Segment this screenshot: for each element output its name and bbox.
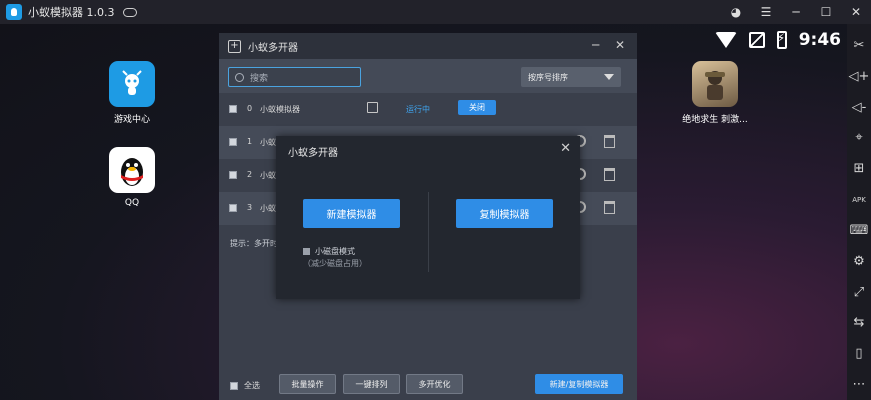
row-index: 3 [247, 203, 253, 212]
row-index: 1 [247, 137, 253, 146]
window-title-bar: + 小蚁多开器 ─ ✕ [219, 33, 637, 59]
copy-emulator-button[interactable]: 复制模拟器 [456, 199, 553, 228]
ant-logo-icon [109, 61, 155, 107]
side-toolbar: ✂ ◁+ ◁- ⌖ ⊞ APK ⌨ ⚙ ⤢ ⇆ ▯ ⋯ [847, 24, 871, 400]
new-emulator-button[interactable]: 新建模拟器 [303, 199, 400, 228]
close-instance-button[interactable]: 关闭 [458, 100, 496, 115]
instance-row: 0 小蚁模拟器 运行中 关闭 [219, 93, 637, 126]
select-all-label: 全选 [244, 381, 260, 390]
optimize-button[interactable]: 多开优化 [406, 374, 463, 394]
keyboard-icon[interactable]: ⌨ [847, 215, 871, 246]
edit-icon[interactable] [367, 102, 378, 113]
window-footer: 全选 批量操作 一键排列 多开优化 新建/复制模拟器 [219, 366, 637, 400]
app-label: 绝地求生 刺激... [682, 115, 748, 125]
small-disk-note: （减少磁盘占用） [303, 259, 367, 268]
volume-down-icon[interactable]: ◁- [847, 92, 871, 123]
multi-open-icon: + [228, 39, 241, 53]
title-bar: 小蚁模拟器 1.0.3 ◕ ☰ ─ ☐ ✕ [0, 0, 871, 24]
window-title: 小蚁多开器 [248, 42, 298, 54]
search-placeholder: 搜索 [250, 73, 269, 84]
row-index: 2 [247, 170, 253, 179]
shake-icon[interactable]: ▯ [847, 338, 871, 369]
small-disk-mode-option[interactable]: 小磁盘模式 （减少磁盘占用） [303, 246, 415, 270]
row-checkbox[interactable] [229, 138, 237, 146]
qq-penguin-icon [109, 147, 155, 193]
search-icon [235, 72, 244, 82]
minimize-icon[interactable]: ─ [781, 0, 811, 24]
status-time: 9:46 [798, 30, 841, 50]
trash-icon[interactable] [604, 168, 615, 181]
close-icon[interactable]: ✕ [615, 38, 625, 52]
search-input[interactable]: 搜索 [228, 67, 361, 87]
app-label: QQ [124, 198, 140, 208]
app-label: 游戏中心 [113, 115, 150, 125]
minimize-icon[interactable]: ─ [592, 38, 599, 52]
menu-icon[interactable]: ☰ [751, 0, 781, 24]
trash-icon[interactable] [604, 135, 615, 148]
trash-icon[interactable] [604, 201, 615, 214]
app-logo-icon [6, 4, 22, 20]
app-title: 小蚁模拟器 1.0.3 [28, 6, 115, 19]
row-name: 小蚁 [260, 138, 276, 147]
pubg-game-icon [692, 61, 738, 107]
row-name: 小蚁 [260, 171, 276, 180]
close-icon[interactable]: ✕ [841, 0, 871, 24]
wifi-icon [714, 32, 737, 48]
checkbox-box [230, 381, 238, 390]
more-icon[interactable]: ⋯ [847, 369, 871, 400]
small-disk-label: 小磁盘模式 [315, 247, 355, 256]
new-copy-emulator-button[interactable]: 新建/复制模拟器 [535, 374, 623, 394]
sync-icon[interactable]: ⇆ [847, 307, 871, 338]
row-name: 小蚁 [260, 204, 276, 213]
row-checkbox[interactable] [229, 204, 237, 212]
gamepad-icon[interactable] [122, 7, 137, 17]
battery-charging-icon [776, 31, 787, 49]
settings-icon[interactable]: ⚙ [847, 246, 871, 277]
app-qq[interactable]: QQ [92, 147, 172, 208]
window-controls: ◕ ☰ ─ ☐ ✕ [721, 0, 871, 24]
divider [428, 192, 429, 272]
close-icon[interactable]: ✕ [560, 141, 571, 156]
apk-icon[interactable]: APK [847, 184, 871, 215]
new-emulator-dialog: 小蚁多开器 ✕ 新建模拟器 复制模拟器 小磁盘模式 （减少磁盘占用） [276, 136, 580, 299]
location-icon[interactable]: ⌖ [847, 122, 871, 153]
chevron-down-icon [604, 74, 614, 80]
pacman-icon[interactable]: ◕ [721, 0, 751, 24]
dialog-title: 小蚁多开器 [288, 148, 338, 159]
sort-label: 按序号排序 [528, 72, 568, 82]
small-disk-checkbox[interactable] [303, 248, 310, 255]
fullscreen-icon[interactable]: ⤢ [847, 277, 871, 308]
maximize-icon[interactable]: ☐ [811, 0, 841, 24]
batch-operation-button[interactable]: 批量操作 [279, 374, 336, 394]
sort-dropdown[interactable]: 按序号排序 [521, 67, 621, 87]
row-index: 0 [247, 104, 253, 113]
select-all-checkbox[interactable]: 全选 [230, 380, 260, 391]
hint-text: 提示：多开时 [230, 239, 278, 248]
row-checkbox[interactable] [229, 105, 237, 113]
app-pubg[interactable]: 绝地求生 刺激... [675, 61, 755, 125]
row-name: 小蚁模拟器 [260, 105, 300, 114]
add-icon[interactable]: ⊞ [847, 153, 871, 184]
row-status: 运行中 [406, 105, 430, 114]
no-signal-icon [748, 32, 765, 48]
volume-up-icon[interactable]: ◁+ [847, 61, 871, 92]
app-game-center[interactable]: 游戏中心 [92, 61, 172, 125]
scissors-icon[interactable]: ✂ [847, 30, 871, 61]
row-checkbox[interactable] [229, 171, 237, 179]
arrange-button[interactable]: 一键排列 [343, 374, 400, 394]
status-bar: 9:46 [714, 30, 841, 50]
